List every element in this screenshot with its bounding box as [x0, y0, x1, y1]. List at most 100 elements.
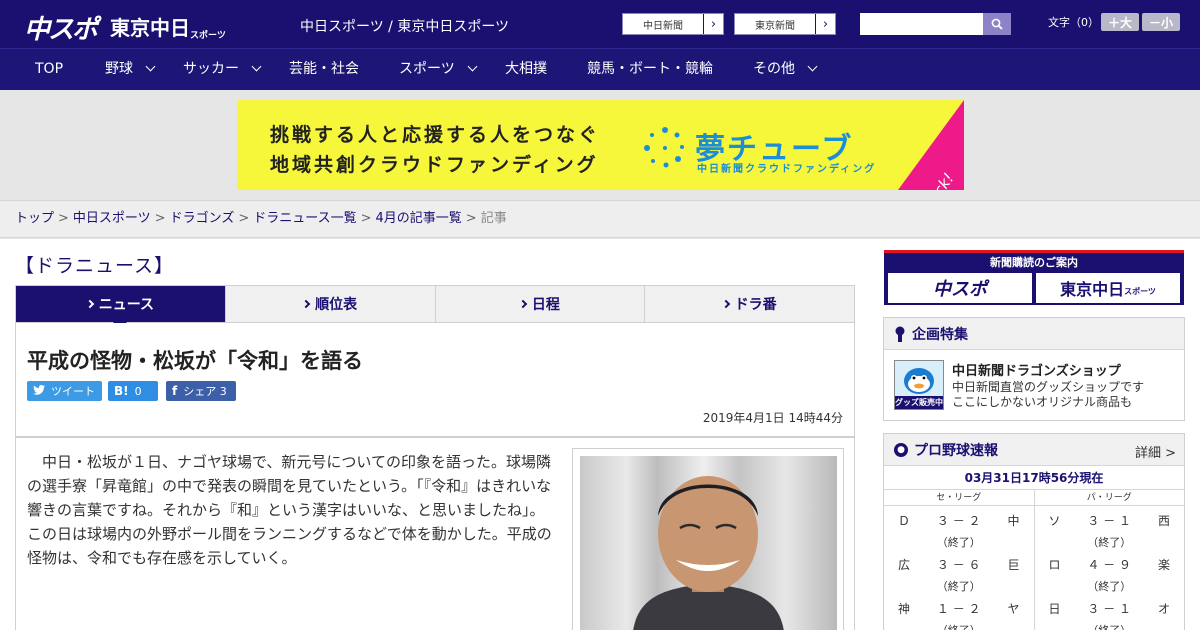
goods-band: グッズ販売中	[895, 396, 943, 409]
nav-label: TOP	[35, 61, 64, 77]
game-score: ３ － ６	[936, 558, 981, 572]
subscribe-logo-tokyo-sub: スポーツ	[1124, 287, 1156, 296]
subscribe-banner[interactable]: 新聞購読のご案内 中スポ 東京中日 スポーツ	[884, 250, 1184, 305]
subscribe-logo-tokyo-text: 東京中日	[1060, 280, 1125, 299]
game-row[interactable]: ソ ３ － １ 西 （終了）	[1045, 506, 1175, 550]
game-status: （終了）	[894, 622, 1024, 630]
nav-label: 野球	[105, 61, 133, 77]
nav-item-sports[interactable]: スポーツ	[399, 49, 478, 91]
game-score: ３ － １	[1087, 602, 1132, 616]
game-row[interactable]: 神 １ － ２ ヤ （終了）	[894, 594, 1024, 630]
pacific-league-label: パ・リーグ	[1086, 493, 1132, 503]
nav-item-top[interactable]: TOP	[35, 49, 63, 91]
breadcrumb-sep: >	[238, 211, 250, 226]
article-photo[interactable]	[580, 456, 837, 630]
central-league-label: セ・リーグ	[884, 490, 1035, 505]
search-input[interactable]	[860, 13, 983, 35]
pacific-scores: ソ ３ － １ 西 （終了） ロ ４ － ９ 楽 （終了） 日 ３ － １ オ …	[1035, 506, 1185, 630]
section-title: 【ドラニュース】	[15, 255, 175, 277]
central-scores: Ｄ ３ － ２ 中 （終了） 広 ３ － ６ 巨 （終了） 神 １ － ２ ヤ …	[884, 506, 1035, 630]
breadcrumb-chunichi-sports[interactable]: 中日スポーツ	[73, 211, 151, 226]
nav-label: 競馬・ボート・競輪	[587, 61, 713, 77]
dragons-shop-link[interactable]: 中日新聞ドラゴンズショップ	[952, 360, 1121, 379]
feature-box: 企画特集 グッズ販売中 中日新聞ドラゴンズショップ 中日新聞直営のグッズショップ…	[883, 317, 1185, 421]
banner-line-1: 挑戦する人と応援する人をつなぐ	[270, 124, 601, 146]
feature-heading-label: 企画特集	[912, 326, 968, 343]
game-row[interactable]: 日 ３ － １ オ （終了）	[1045, 594, 1175, 630]
dragons-shop-thumbnail[interactable]: グッズ販売中	[894, 360, 944, 410]
font-larger-button[interactable]: ＋大	[1101, 13, 1139, 31]
tab-label: 順位表	[315, 297, 358, 313]
game-row[interactable]: Ｄ ３ － ２ 中 （終了）	[894, 506, 1024, 550]
chevron-right-icon	[85, 299, 94, 309]
tab-dora-ban[interactable]: ドラ番	[645, 286, 854, 322]
game-status: （終了）	[1087, 580, 1132, 593]
subscribe-logo-tokyo: 東京中日 スポーツ	[1036, 273, 1180, 303]
baseball-icon: ●	[894, 442, 908, 457]
nav-item-racing[interactable]: 競馬・ボート・競輪	[587, 49, 713, 91]
tab-label: 日程	[531, 297, 560, 313]
scores-detail-link[interactable]: 詳細 >	[1135, 442, 1176, 461]
chevron-down-icon	[467, 61, 478, 72]
tokyo-chunichi-logo[interactable]: 東京中日スポーツ	[110, 12, 226, 41]
chevron-right-icon: ›	[703, 14, 723, 34]
nav-item-baseball[interactable]: 野球	[105, 49, 156, 91]
game-status: （終了）	[1045, 622, 1175, 630]
game-score: ３ － ２	[936, 514, 981, 528]
banner-area: 挑戦する人と応援する人をつなぐ 地域共創クラウドファンディング 夢チューブ 中日…	[0, 90, 1200, 200]
tweet-button[interactable]: ツイート	[27, 381, 102, 401]
nav-item-sumo[interactable]: 大相撲	[505, 49, 547, 91]
article-title: 平成の怪物・松坂が「令和」を語る	[27, 349, 363, 373]
yume-tube-dots-icon	[644, 127, 684, 168]
tab-news[interactable]: ニュース	[16, 286, 226, 330]
hatena-bookmark-button[interactable]: B! 0	[108, 381, 158, 401]
mascot-icon	[904, 368, 934, 394]
tokyo-shimbun-link[interactable]: 東京新聞 ›	[734, 13, 836, 35]
league-header: セ・リーグ パ・リーグ	[884, 490, 1184, 506]
font-smaller-button[interactable]: －小	[1142, 13, 1180, 31]
game-status: （終了）	[1087, 536, 1132, 549]
nav-item-entertainment[interactable]: 芸能・社会	[289, 49, 359, 91]
main-content: 【ドラニュース】 ニュース 順位表 日程 ドラ番 平成の怪物・松坂が「令和」を語…	[0, 239, 1200, 630]
breadcrumb: トップ > 中日スポーツ > ドラゴンズ > ドラニュース一覧 >4月の記事一覧 > 記事	[0, 200, 1200, 238]
breadcrumb-april[interactable]: 4月の記事一覧	[376, 211, 462, 226]
font-size-label: 文字（0）	[1048, 16, 1099, 29]
game-score: ４ － ９	[1087, 558, 1132, 572]
away-team: 巨	[1007, 558, 1020, 572]
breadcrumb-dora-news[interactable]: ドラニュース一覧	[253, 211, 356, 226]
chunichi-sports-logo[interactable]: 中スポ	[24, 9, 98, 46]
scoreboard-box: ● プロ野球速報 詳細 > 03月31日17時56分現在 セ・リーグ パ・リーグ…	[883, 433, 1185, 630]
breadcrumb-top[interactable]: トップ	[15, 211, 54, 226]
chevron-down-icon	[145, 61, 156, 72]
chevron-down-icon	[251, 61, 262, 72]
facebook-label: シェア	[183, 385, 217, 398]
hatena-icon: B!	[114, 384, 129, 398]
article-body: 中日・松坂が１日、ナゴヤ球場で、新元号についての印象を語った。球場隣の選手寮「昇…	[15, 437, 855, 630]
breadcrumb-sep: >	[465, 211, 477, 226]
chevron-right-icon	[721, 299, 730, 309]
game-row[interactable]: 広 ３ － ６ 巨 （終了）	[894, 550, 1024, 594]
tokyo-shimbun-label: 東京新聞	[755, 20, 795, 32]
nav-label: サッカー	[183, 61, 239, 77]
nav-item-other[interactable]: その他	[753, 49, 818, 91]
breadcrumb-dragons[interactable]: ドラゴンズ	[170, 211, 235, 226]
chunichi-shimbun-link[interactable]: 中日新聞 ›	[622, 13, 724, 35]
tab-schedule[interactable]: 日程	[436, 286, 646, 322]
site-names: 中日スポーツ / 東京中日スポーツ	[300, 19, 510, 35]
crowdfunding-banner[interactable]: 挑戦する人と応援する人をつなぐ 地域共創クラウドファンディング 夢チューブ 中日…	[237, 100, 964, 190]
feature-heading: 企画特集	[884, 318, 1184, 350]
banner-subtitle: 中日新聞クラウドファンディング	[697, 164, 877, 175]
facebook-share-button[interactable]: f シェア 3	[166, 381, 236, 401]
away-team: オ	[1157, 602, 1170, 616]
article-header: 平成の怪物・松坂が「令和」を語る ツイート B! 0 f シェア 3 2019年…	[15, 323, 855, 437]
subscribe-label: 新聞購読のご案内	[990, 256, 1078, 269]
nav-item-soccer[interactable]: サッカー	[183, 49, 262, 91]
tab-label: ニュース	[98, 297, 155, 313]
tab-standings[interactable]: 順位表	[226, 286, 436, 322]
portrait-image	[633, 476, 784, 630]
tweet-label: ツイート	[51, 385, 95, 398]
search-button[interactable]	[983, 13, 1011, 35]
scoreboard-heading: ● プロ野球速報 詳細 >	[884, 434, 1184, 466]
facebook-icon: f	[172, 384, 178, 398]
game-row[interactable]: ロ ４ － ９ 楽 （終了）	[1045, 550, 1175, 594]
